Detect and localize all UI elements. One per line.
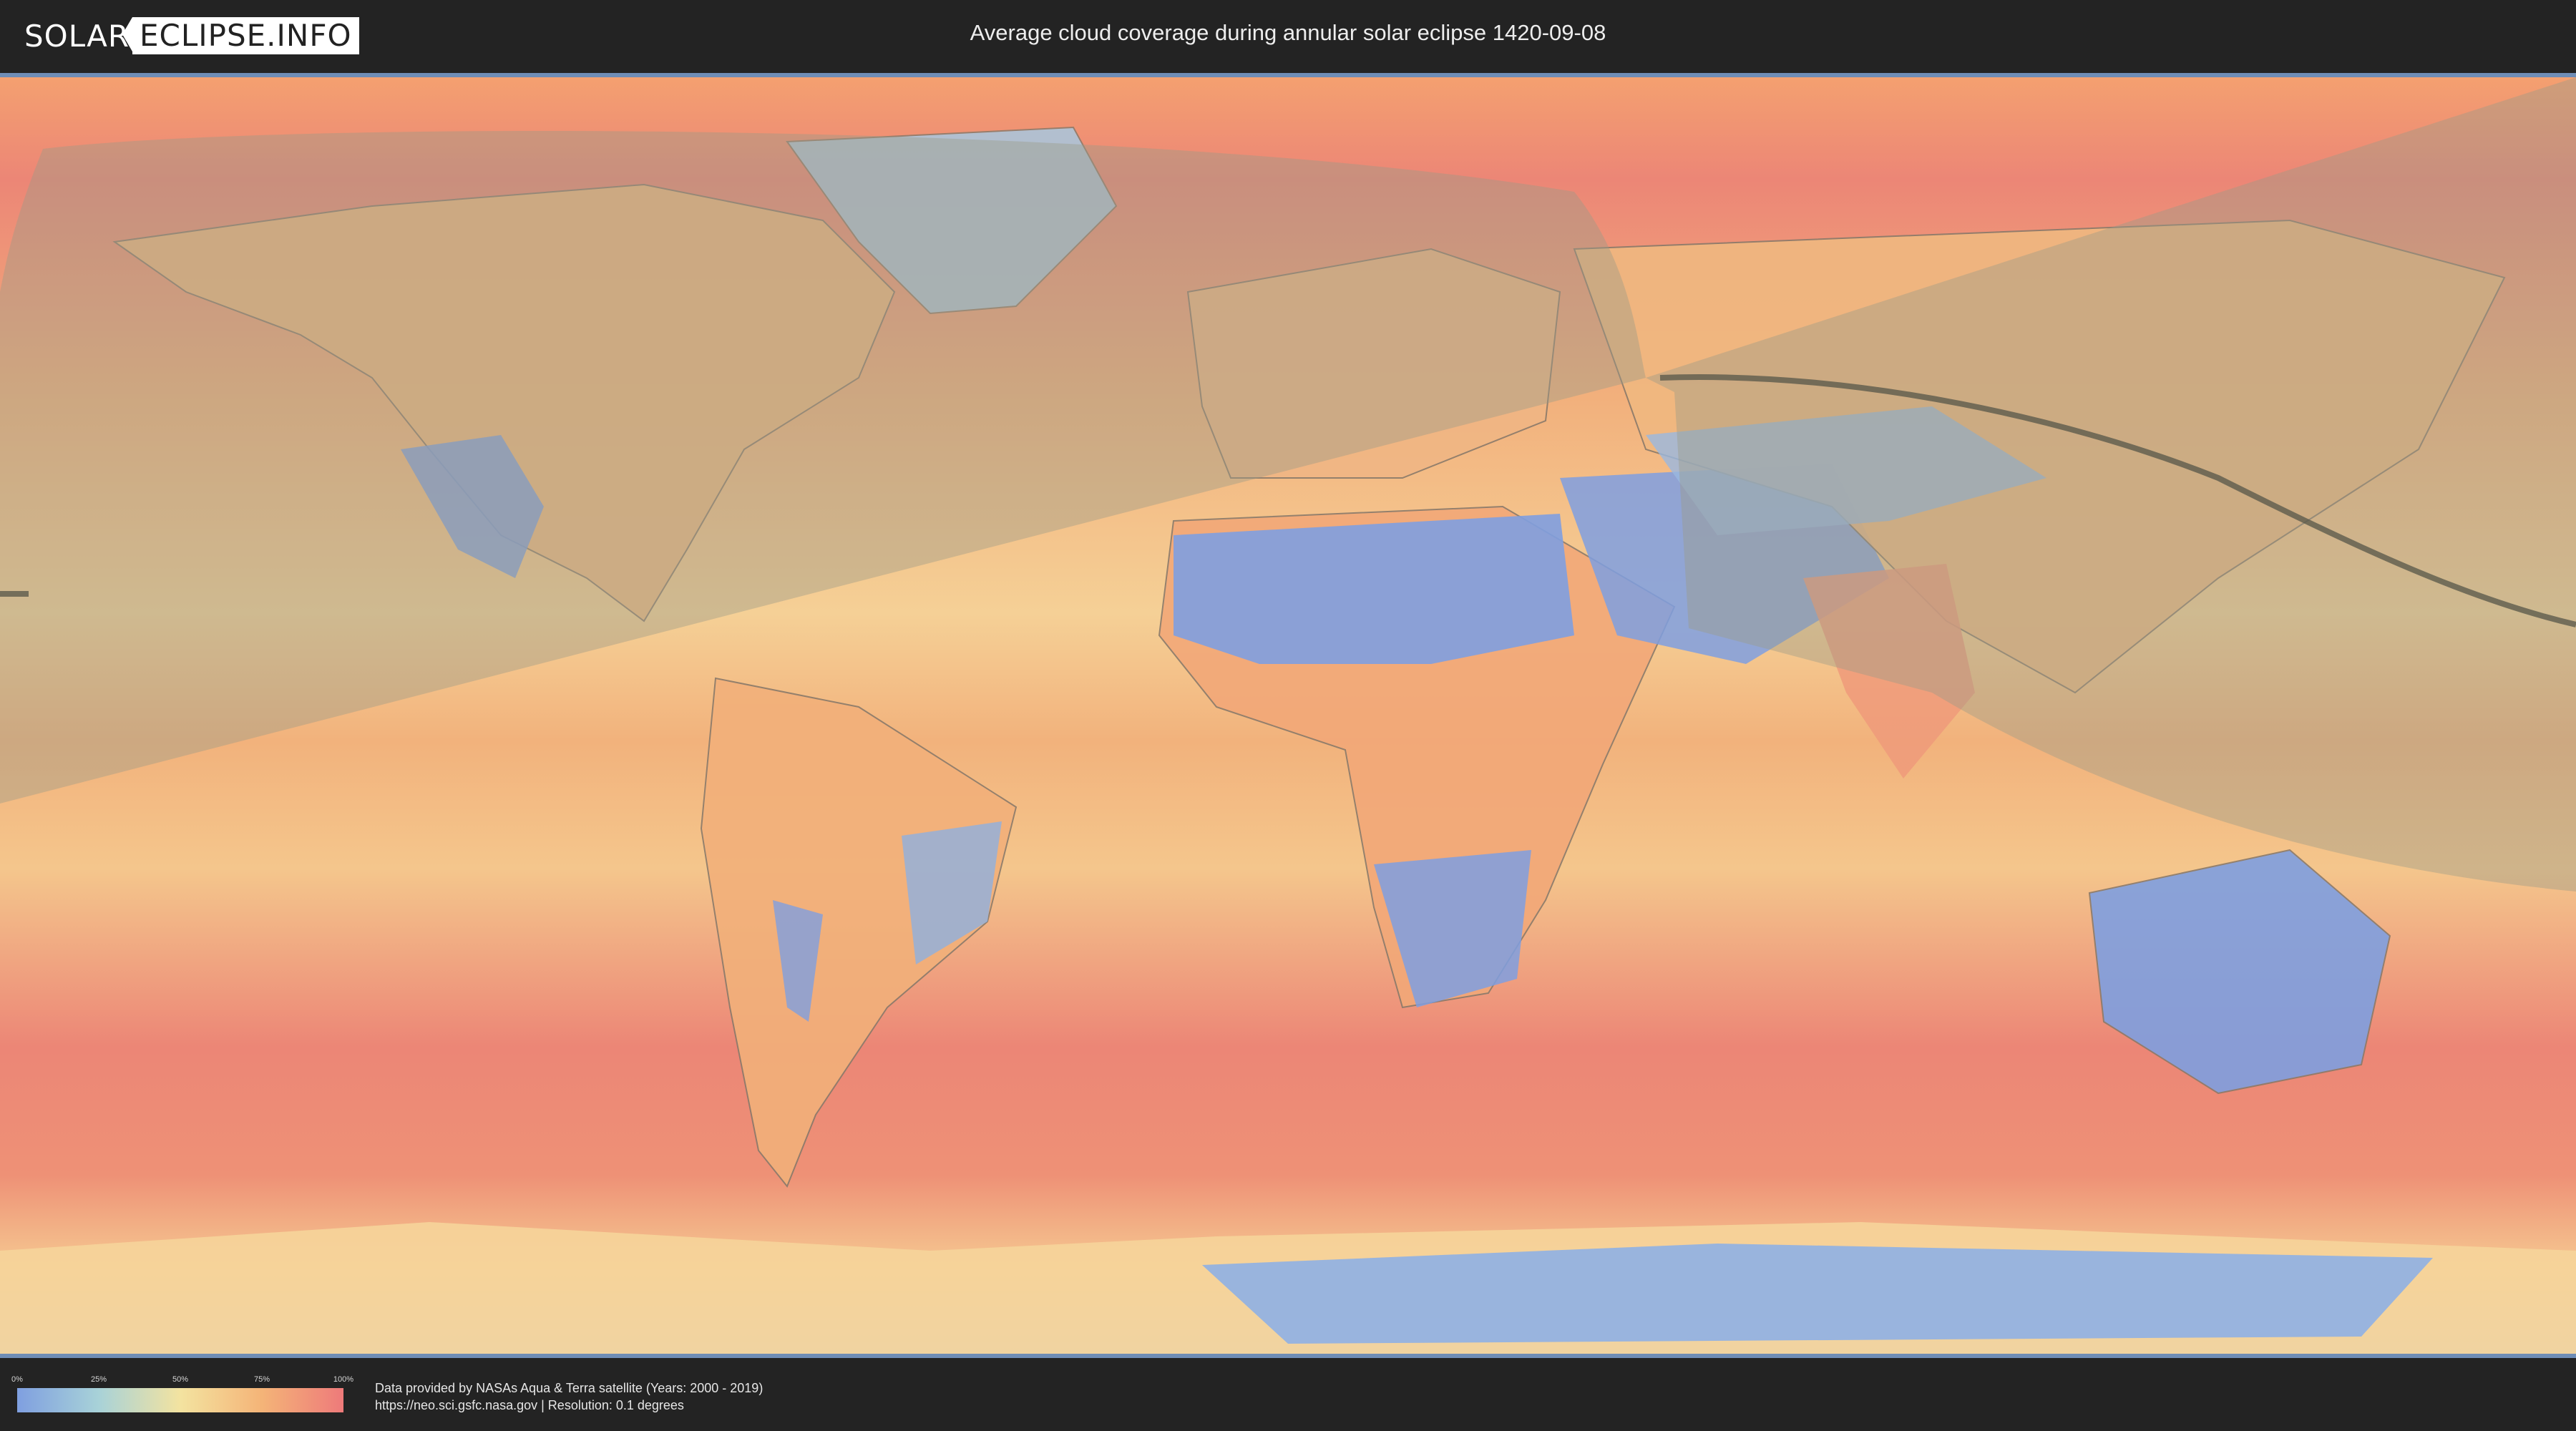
header-bar: SOLAR ECLIPSE.INFO Average cloud coverag… (0, 0, 2576, 72)
legend-color-bar (17, 1388, 343, 1412)
credits-line-url: https://neo.sci.gsfc.nasa.gov | Resoluti… (375, 1398, 684, 1412)
legend-tick-50: 50% (172, 1375, 189, 1384)
legend-ticks: 0% 25% 50% 75% 100% (11, 1375, 353, 1385)
world-cloud-map (0, 73, 2576, 1358)
legend-tick-25: 25% (90, 1375, 107, 1384)
page-title: Average cloud coverage during annular so… (970, 20, 1606, 45)
cloud-coverage-map-svg (0, 77, 2576, 1354)
legend-tick-0: 0% (11, 1375, 23, 1384)
legend-tick-75: 75% (253, 1375, 270, 1384)
credits-line-source: Data provided by NASAs Aqua & Terra sate… (375, 1381, 763, 1395)
data-credits: Data provided by NASAs Aqua & Terra sate… (375, 1379, 763, 1414)
region-sahara-clear (1174, 514, 1574, 664)
legend-tick-100: 100% (333, 1375, 354, 1384)
footer-bar: 0% 25% 50% 75% 100% Data provided by NAS… (0, 1358, 2576, 1431)
cloud-coverage-legend: 0% 25% 50% 75% 100% (11, 1375, 353, 1412)
region-antarctica-clear (1202, 1244, 2433, 1344)
